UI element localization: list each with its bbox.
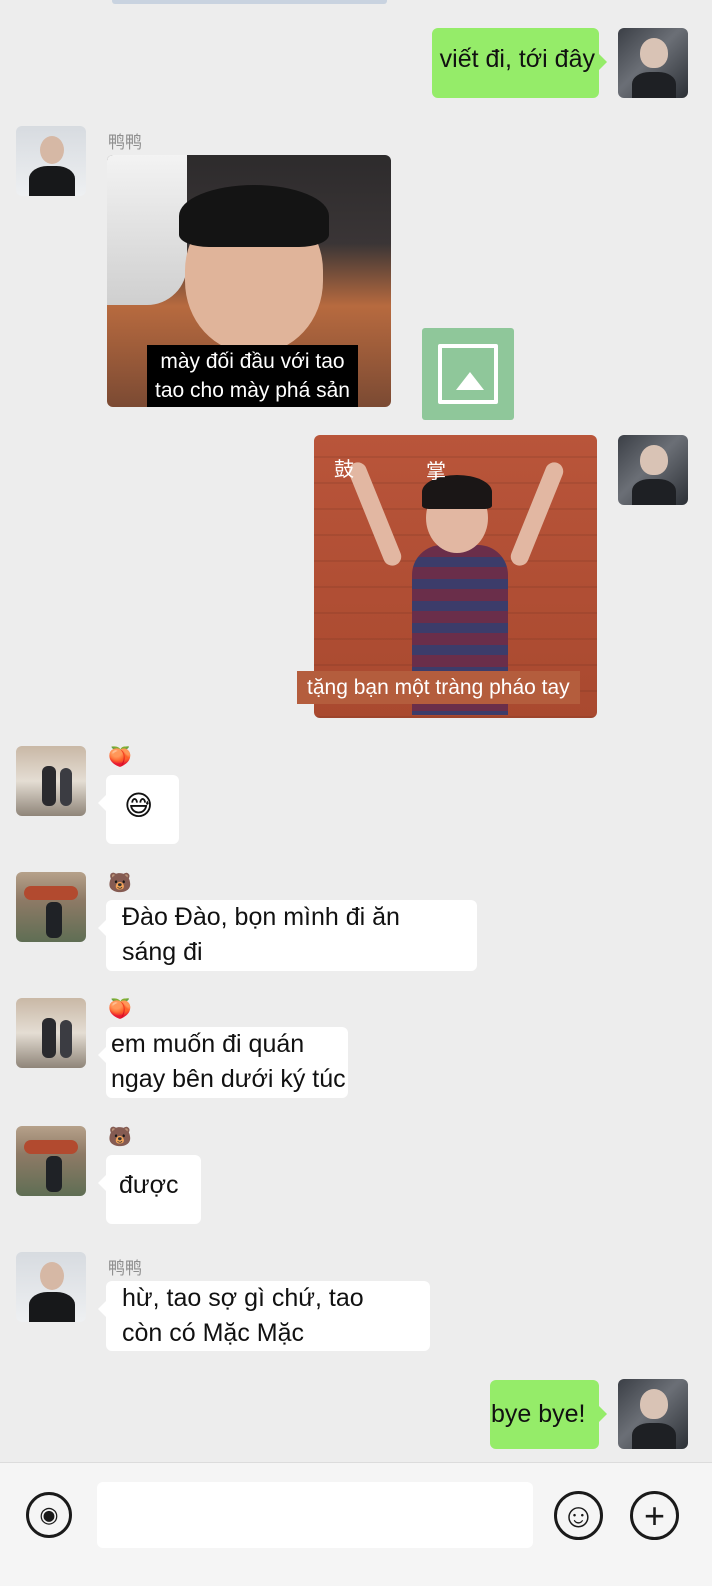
sticker-image[interactable]: mày đối đầu với tao tao cho mày phá sản	[107, 155, 391, 407]
image-placeholder-icon	[422, 328, 514, 420]
sticker-art	[346, 459, 404, 569]
sticker-art	[508, 459, 566, 569]
message-text-line: ngay bên dưới ký túc	[111, 1065, 346, 1093]
chat-area[interactable]: viết đi, tới đây 鸭鸭 mày đối đầu với tao …	[0, 0, 712, 1478]
message-bubble-incoming[interactable]: hừ, tao sợ gì chứ, tao còn có Mặc Mặc	[98, 1281, 430, 1351]
sticker-char: 鼓	[334, 459, 354, 481]
contact-avatar-bear[interactable]	[16, 872, 86, 942]
message-text: bye bye!	[491, 1400, 586, 1428]
message-input[interactable]	[97, 1482, 533, 1548]
my-avatar[interactable]	[618, 435, 688, 505]
sticker-char: 掌	[426, 461, 446, 483]
sticker-art	[179, 185, 329, 247]
mountain-icon	[456, 372, 484, 390]
message-text-line: Đào Đào, bọn mình đi ăn	[122, 903, 400, 931]
more-button[interactable]: +	[630, 1491, 679, 1540]
message-text-line: em muốn đi quán	[111, 1030, 305, 1058]
input-bar: ◉ ☺ +	[0, 1462, 712, 1586]
smiley-icon: ☺	[561, 1496, 596, 1535]
message-text: được	[119, 1171, 179, 1199]
emoji-button[interactable]: ☺	[554, 1491, 603, 1540]
sender-emoji: 🍑	[108, 747, 132, 768]
scroll-edge-bar	[112, 0, 387, 4]
message-bubble-incoming[interactable]: 😅	[98, 775, 179, 844]
message-bubble-outgoing[interactable]: viết đi, tới đây	[432, 28, 607, 98]
message-bubble-incoming[interactable]: được	[98, 1155, 201, 1224]
message-bubble-incoming[interactable]: em muốn đi quán ngay bên dưới ký túc	[98, 1027, 348, 1098]
message-text: viết đi, tới đây	[439, 45, 595, 73]
sender-emoji: 🐻	[108, 1127, 132, 1148]
plus-icon: +	[643, 1494, 666, 1536]
sticker-caption-line: tao cho mày phá sản	[155, 379, 350, 402]
message-text-line: sáng đi	[122, 938, 203, 966]
sticker-art	[107, 155, 187, 305]
message-bubble-outgoing[interactable]: bye bye!	[490, 1380, 607, 1449]
contact-avatar-bear[interactable]	[16, 1126, 86, 1196]
image-frame-icon	[438, 344, 498, 404]
contact-avatar-peach[interactable]	[16, 998, 86, 1068]
sender-name: 鸭鸭	[108, 1259, 142, 1278]
voice-button[interactable]: ◉	[26, 1492, 72, 1538]
message-text-line: còn có Mặc Mặc	[122, 1319, 305, 1347]
contact-avatar-peach[interactable]	[16, 746, 86, 816]
message-bubble-incoming[interactable]: Đào Đào, bọn mình đi ăn sáng đi	[98, 900, 477, 971]
sender-name: 鸭鸭	[108, 133, 142, 152]
contact-avatar-yaya[interactable]	[16, 1252, 86, 1322]
sticker-caption: tặng bạn một tràng pháo tay	[297, 671, 580, 704]
sticker-caption-line: mày đối đầu với tao	[160, 350, 345, 373]
message-text: 😅	[124, 790, 154, 821]
sticker-caption: mày đối đầu với tao tao cho mày phá sản	[147, 345, 358, 407]
contact-avatar-yaya[interactable]	[16, 126, 86, 196]
sender-emoji: 🍑	[108, 999, 132, 1020]
sender-emoji: 🐻	[108, 873, 132, 894]
message-text-line: hừ, tao sợ gì chứ, tao	[122, 1284, 364, 1312]
voice-wave-icon: ◉	[39, 1502, 59, 1527]
my-avatar[interactable]	[618, 28, 688, 98]
my-avatar[interactable]	[618, 1379, 688, 1449]
